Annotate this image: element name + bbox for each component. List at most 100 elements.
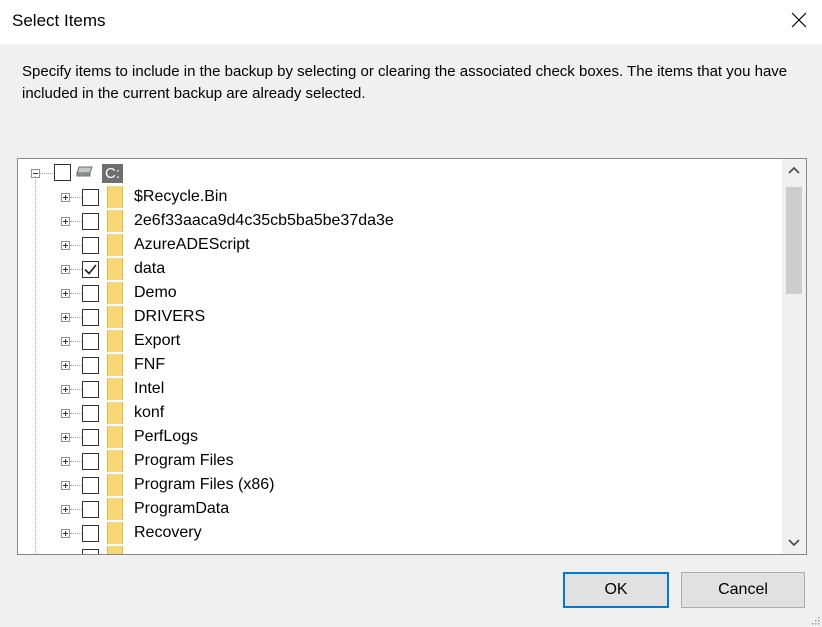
folder-icon <box>107 330 123 352</box>
item-label[interactable]: Recovery <box>134 524 202 542</box>
tree-item-row[interactable]: data <box>18 257 778 281</box>
items-tree[interactable]: C: $Recycle.Bin 2e6f33aaca9d4c35cb5ba5be3… <box>17 158 807 555</box>
expand-icon[interactable] <box>61 289 70 298</box>
folder-icon <box>107 378 123 400</box>
folder-icon <box>107 234 123 256</box>
folder-icon <box>107 498 123 520</box>
tree-connector <box>70 413 82 414</box>
tree-connector <box>70 365 82 366</box>
title-bar: Select Items <box>0 0 822 44</box>
tree-item-row[interactable]: Demo <box>18 281 778 305</box>
item-label[interactable]: AzureADEScript <box>134 236 250 254</box>
tree-item-row[interactable]: ProgramData <box>18 497 778 521</box>
folder-icon <box>107 306 123 328</box>
expand-icon[interactable] <box>61 241 70 250</box>
folder-icon <box>107 426 123 448</box>
expand-icon[interactable] <box>61 265 70 274</box>
item-label[interactable]: Program Files <box>134 452 234 470</box>
expand-icon[interactable] <box>61 481 70 490</box>
item-checkbox[interactable] <box>82 213 99 230</box>
item-label[interactable]: konf <box>134 404 164 422</box>
item-label[interactable]: Demo <box>134 284 177 302</box>
item-checkbox[interactable] <box>82 477 99 494</box>
item-label[interactable]: Export <box>134 332 180 350</box>
item-label[interactable]: Program Files (x86) <box>134 476 274 494</box>
tree-item-row[interactable]: DRIVERS <box>18 305 778 329</box>
item-label[interactable]: Intel <box>134 380 164 398</box>
item-checkbox[interactable] <box>82 525 99 542</box>
tree-item-row[interactable]: 2e6f33aaca9d4c35cb5ba5be37da3e <box>18 209 778 233</box>
root-drive-label[interactable]: C: <box>102 164 123 183</box>
tree-item-row[interactable]: Program Files (x86) <box>18 473 778 497</box>
cancel-button[interactable]: Cancel <box>681 572 805 608</box>
item-checkbox[interactable] <box>82 189 99 206</box>
tree-item-row[interactable]: PerfLogs <box>18 425 778 449</box>
expand-icon[interactable] <box>61 505 70 514</box>
tree-connector <box>70 389 82 390</box>
item-checkbox[interactable] <box>82 309 99 326</box>
ok-button[interactable]: OK <box>563 572 669 608</box>
tree-item-row[interactable]: Export <box>18 329 778 353</box>
folder-icon <box>107 522 123 544</box>
folder-icon <box>107 402 123 424</box>
item-checkbox[interactable] <box>82 381 99 398</box>
folder-icon <box>107 474 123 496</box>
item-checkbox[interactable] <box>82 549 99 554</box>
expand-icon[interactable] <box>61 193 70 202</box>
tree-connector <box>70 485 82 486</box>
tree-connector <box>70 461 82 462</box>
tree-connector <box>70 533 82 534</box>
drive-icon <box>76 166 93 177</box>
item-label[interactable]: FNF <box>134 356 165 374</box>
tree-item-row[interactable]: $Recycle.Bin <box>18 185 778 209</box>
expand-icon[interactable] <box>61 337 70 346</box>
tree-root-row[interactable]: C: <box>18 161 778 185</box>
expand-icon[interactable] <box>61 409 70 418</box>
vertical-scrollbar[interactable] <box>782 159 806 554</box>
item-label[interactable]: data <box>134 260 165 278</box>
item-checkbox[interactable] <box>82 261 99 278</box>
item-label[interactable]: $Recycle.Bin <box>134 188 227 206</box>
root-checkbox[interactable] <box>54 164 71 181</box>
item-checkbox[interactable] <box>82 357 99 374</box>
item-label[interactable]: 2e6f33aaca9d4c35cb5ba5be37da3e <box>134 212 394 230</box>
expand-icon[interactable] <box>61 457 70 466</box>
item-checkbox[interactable] <box>82 237 99 254</box>
folder-icon <box>107 546 123 554</box>
item-label[interactable]: PerfLogs <box>134 428 198 446</box>
scroll-up-button[interactable] <box>782 159 806 181</box>
item-label[interactable]: DRIVERS <box>134 308 205 326</box>
folder-icon <box>107 186 123 208</box>
tree-item-row[interactable]: konf <box>18 401 778 425</box>
item-label[interactable]: ProgramData <box>134 500 229 518</box>
expand-icon[interactable] <box>61 217 70 226</box>
tree-item-row[interactable]: AzureADEScript <box>18 233 778 257</box>
item-checkbox[interactable] <box>82 501 99 518</box>
folder-icon <box>107 210 123 232</box>
select-items-dialog: Select Items Specify items to include in… <box>0 0 822 627</box>
expand-icon[interactable] <box>61 361 70 370</box>
tree-item-row[interactable]: FNF <box>18 353 778 377</box>
item-checkbox[interactable] <box>82 453 99 470</box>
expand-icon[interactable] <box>61 529 70 538</box>
expand-icon[interactable] <box>61 313 70 322</box>
dialog-title: Select Items <box>12 11 106 30</box>
item-checkbox[interactable] <box>82 333 99 350</box>
resize-grip-icon[interactable] <box>810 615 820 625</box>
scrollbar-thumb[interactable] <box>786 187 802 294</box>
tree-item-row[interactable]: Intel <box>18 377 778 401</box>
tree-connector <box>70 269 82 270</box>
tree-item-row[interactable]: Program Files <box>18 449 778 473</box>
tree-connector <box>70 197 82 198</box>
expand-icon[interactable] <box>61 385 70 394</box>
folder-icon <box>107 282 123 304</box>
scroll-down-button[interactable] <box>782 532 806 554</box>
tree-item-row[interactable]: Recovery <box>18 521 778 545</box>
expand-icon[interactable] <box>61 433 70 442</box>
item-checkbox[interactable] <box>82 405 99 422</box>
tree-connector <box>70 221 82 222</box>
item-checkbox[interactable] <box>82 285 99 302</box>
item-checkbox[interactable] <box>82 429 99 446</box>
close-button[interactable] <box>776 0 822 40</box>
checkmark-icon <box>84 264 97 275</box>
